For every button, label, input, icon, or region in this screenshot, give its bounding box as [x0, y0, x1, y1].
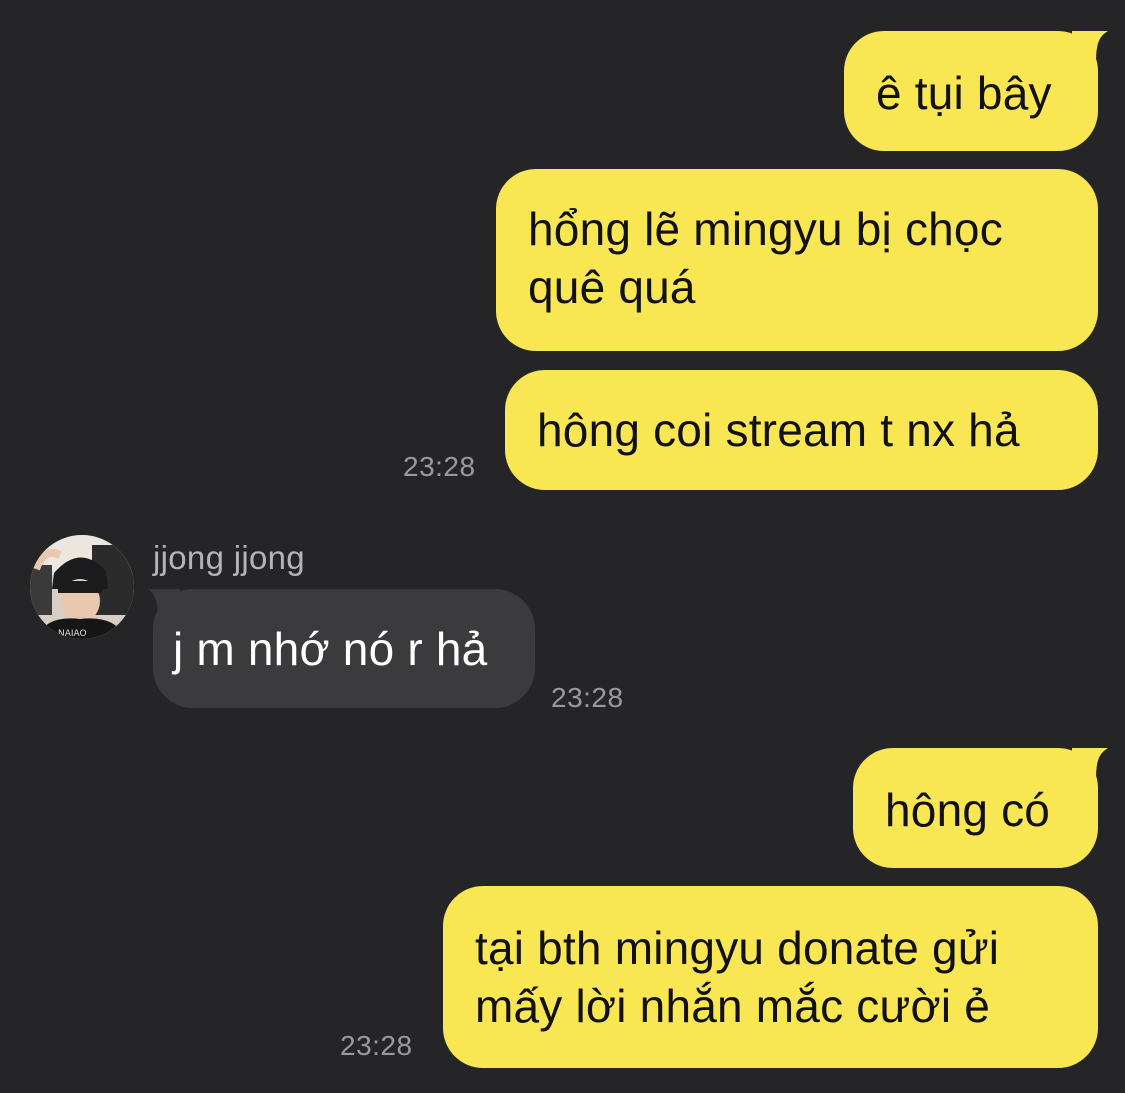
svg-text:NAIAO: NAIAO — [58, 629, 87, 639]
outgoing-bubble-tail-icon — [1072, 748, 1108, 782]
outgoing-message-bubble[interactable]: tại bth mingyu donate gửi mấy lời nhắn m… — [443, 886, 1098, 1068]
outgoing-message-bubble[interactable]: hông có — [853, 748, 1098, 868]
sender-name: jjong jjong — [153, 539, 305, 576]
message-timestamp: 23:28 — [340, 1030, 413, 1061]
incoming-bubble-tail-icon — [148, 589, 180, 623]
outgoing-message-bubble[interactable]: hổng lẽ mingyu bị chọc quê quá — [496, 169, 1098, 351]
incoming-message-bubble[interactable]: j m nhớ nó r hả — [153, 589, 535, 708]
message-text: ê tụi bây — [876, 67, 1052, 119]
message-text: hông có — [885, 784, 1051, 836]
user-avatar-photo-icon: NAIAO — [30, 535, 134, 639]
outgoing-bubble-tail-icon — [1072, 31, 1108, 65]
message-text: j m nhớ nó r hả — [173, 623, 488, 675]
message-text-line: tại bth mingyu donate gửi — [475, 922, 1000, 974]
message-text: hông coi stream t nx hả — [537, 404, 1020, 456]
outgoing-message-bubble[interactable]: hông coi stream t nx hả — [505, 370, 1098, 490]
outgoing-message-bubble[interactable]: ê tụi bây — [844, 31, 1098, 151]
message-text-line: hổng lẽ mingyu bị chọc — [528, 203, 1003, 255]
message-timestamp: 23:28 — [403, 451, 476, 482]
message-timestamp: 23:28 — [551, 682, 624, 713]
message-text-line: mấy lời nhắn mắc cười ẻ — [475, 980, 991, 1032]
message-text-line: quê quá — [528, 261, 696, 313]
sender-avatar[interactable]: NAIAO — [30, 535, 134, 639]
